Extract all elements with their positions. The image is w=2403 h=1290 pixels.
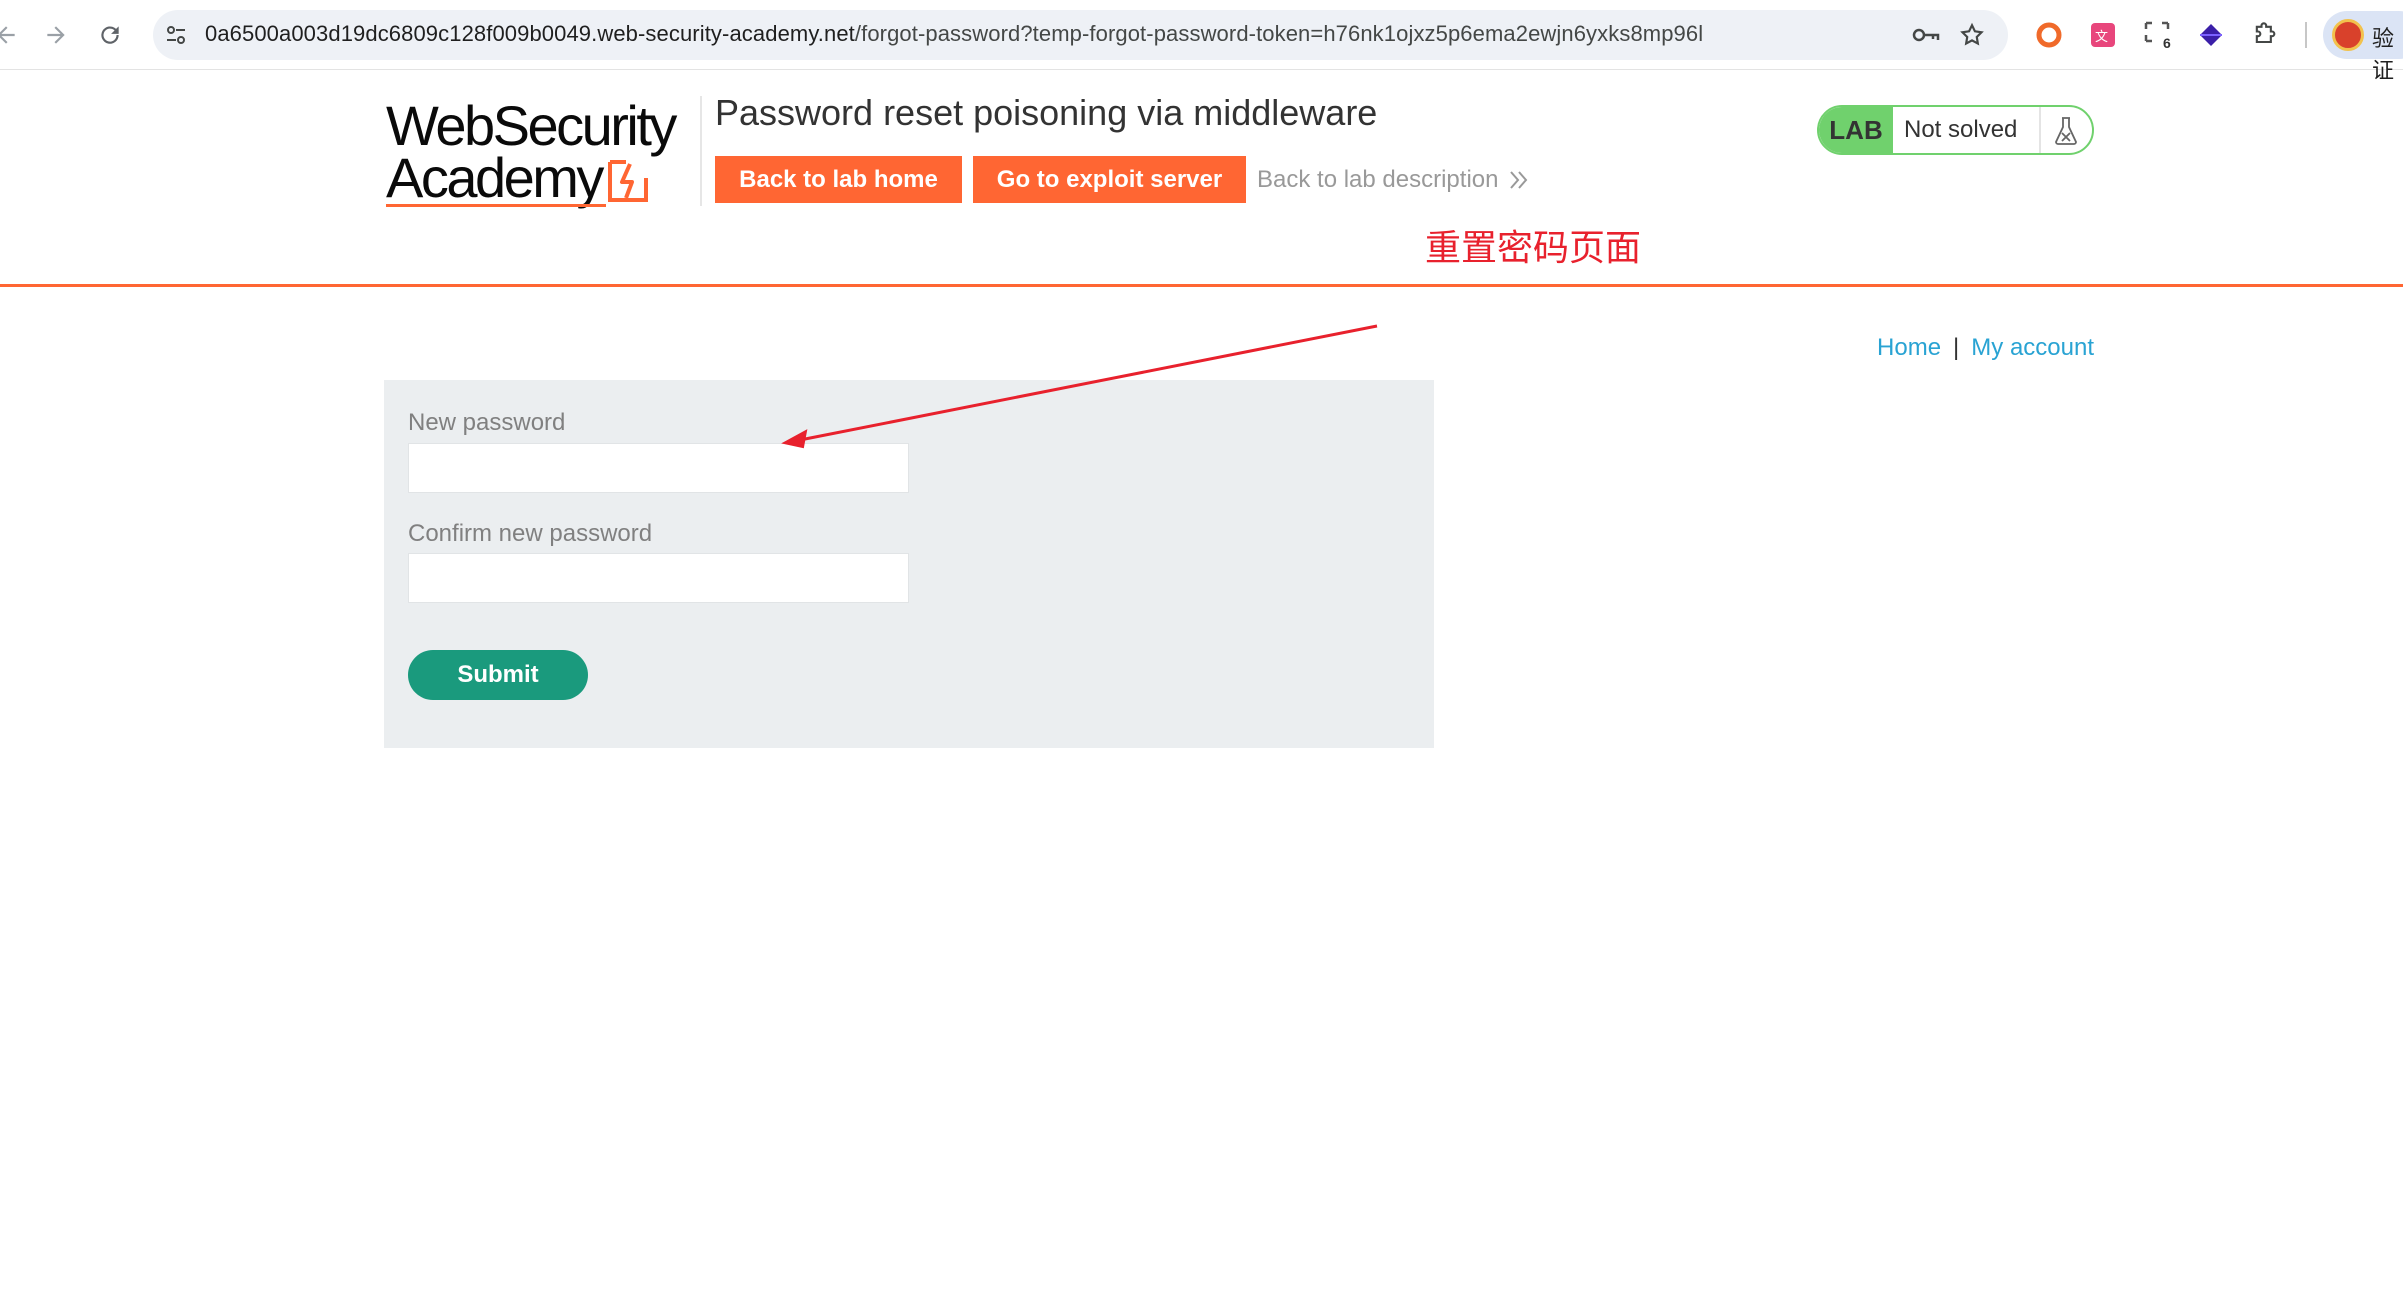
top-nav: Home | My account bbox=[1870, 334, 2094, 362]
lab-badge: LAB bbox=[1819, 107, 1893, 153]
double-chevron-right-icon[interactable] bbox=[1508, 167, 1530, 193]
avatar[interactable] bbox=[2332, 19, 2364, 51]
reload-icon[interactable] bbox=[92, 17, 128, 53]
key-icon[interactable] bbox=[1909, 18, 1943, 52]
forward-arrow-icon[interactable] bbox=[38, 17, 74, 53]
lab-title: Password reset poisoning via middleware bbox=[715, 92, 1378, 133]
logo-underline bbox=[386, 204, 606, 207]
logo-text-line2[interactable]: Academy bbox=[386, 148, 604, 208]
confirm-password-label: Confirm new password bbox=[408, 520, 653, 547]
back-arrow-icon[interactable] bbox=[0, 17, 24, 53]
url-host: 0a6500a003d19dc6809c128f009b0049.web-sec… bbox=[205, 21, 855, 46]
confirm-password-field[interactable] bbox=[408, 553, 909, 603]
screenshot-extension-icon[interactable]: 6 bbox=[2140, 18, 2174, 52]
url-text[interactable]: 0a6500a003d19dc6809c128f009b0049.web-sec… bbox=[205, 21, 1703, 47]
new-password-label: New password bbox=[408, 409, 566, 436]
extension-badge: 6 bbox=[2163, 35, 2171, 51]
new-password-field[interactable] bbox=[408, 443, 909, 493]
translate-extension-icon[interactable]: 文 bbox=[2086, 18, 2120, 52]
tune-icon[interactable] bbox=[158, 18, 194, 52]
flask-icon bbox=[2045, 113, 2087, 149]
home-link[interactable]: Home bbox=[1877, 334, 1941, 361]
star-icon[interactable] bbox=[1955, 18, 1989, 52]
diamond-extension-icon[interactable] bbox=[2194, 18, 2228, 52]
puzzle-icon[interactable] bbox=[2248, 18, 2282, 52]
annotation-label: 重置密码页面 bbox=[1425, 228, 1642, 269]
nav-separator: | bbox=[1953, 334, 1960, 361]
header-divider bbox=[700, 96, 702, 206]
my-account-link[interactable]: My account bbox=[1971, 334, 2094, 361]
profile-label: 验证 bbox=[2372, 27, 2395, 84]
extension-circle-icon[interactable] bbox=[2032, 18, 2066, 52]
lab-status-divider bbox=[2039, 107, 2041, 153]
toolbar-divider bbox=[2305, 22, 2307, 48]
url-path: /forgot-password?temp-forgot-password-to… bbox=[854, 21, 1704, 46]
svg-text:文: 文 bbox=[2095, 30, 2108, 45]
header-rule bbox=[0, 284, 2403, 287]
back-to-lab-description-link[interactable]: Back to lab description bbox=[1257, 166, 1498, 194]
lab-status-widget: LAB Not solved bbox=[1817, 105, 2094, 155]
submit-button[interactable]: Submit bbox=[408, 650, 588, 700]
go-to-exploit-server-button[interactable]: Go to exploit server bbox=[973, 156, 1246, 203]
lab-status-text: Not solved bbox=[1904, 116, 2018, 143]
lightning-logo-icon bbox=[608, 160, 648, 202]
back-to-lab-home-button[interactable]: Back to lab home bbox=[715, 156, 962, 203]
